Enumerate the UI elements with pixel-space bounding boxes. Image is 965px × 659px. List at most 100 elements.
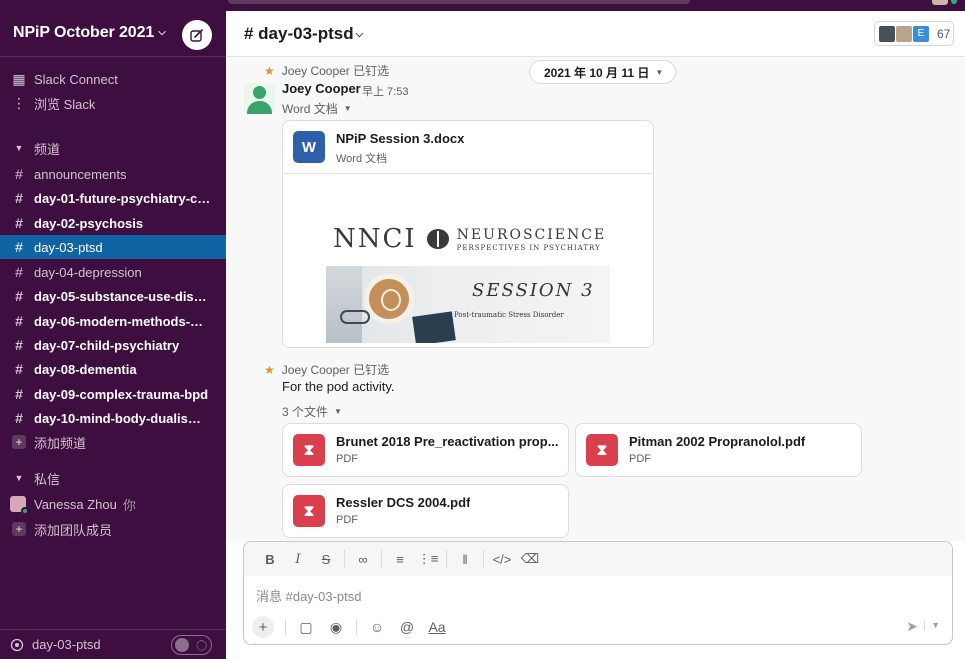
file-type: PDF — [629, 453, 651, 465]
strikethrough-icon[interactable]: S — [312, 552, 340, 567]
pdf-icon: ⧗ — [293, 434, 325, 466]
huddle-bar: day-03-ptsd ◯ — [0, 629, 226, 659]
pin-icon: ★ — [264, 362, 275, 377]
pdf-icon: ⧗ — [293, 495, 325, 527]
avatar[interactable] — [244, 83, 275, 114]
file-name[interactable]: Ressler DCS 2004.pdf — [336, 495, 470, 510]
neuro-wordmark: NEUROSCIENCE PERSPECTIVES IN PSYCHIATRY — [456, 226, 607, 252]
caret-down-icon: ▼ — [334, 407, 342, 416]
workspace-header[interactable]: NPiP October 2021 ⌵ — [0, 11, 226, 57]
sidebar-item-day-04[interactable]: # day-04-depression — [0, 260, 226, 284]
compose-button[interactable] — [182, 20, 212, 50]
file-header: ⧗ Pitman 2002 Propranolol.pdf PDF — [586, 434, 805, 466]
code-icon[interactable]: </> — [488, 552, 516, 567]
hash-icon: # — [15, 313, 23, 329]
file-meta: Pitman 2002 Propranolol.pdf PDF — [629, 434, 805, 465]
sidebar-item-day-07[interactable]: # day-07-child-psychiatry — [0, 333, 226, 357]
caret-down-icon: ▼ — [343, 104, 352, 113]
add-teammates-button[interactable]: + 添加团队成员 — [0, 517, 226, 541]
bullet-list-icon[interactable]: ⋮≡ — [414, 551, 442, 567]
sidebar-item-day-01[interactable]: # day-01-future-psychiatry-cli... — [0, 186, 226, 210]
caret-down-icon: ▼ — [14, 143, 24, 153]
pin-icon: ★ — [264, 63, 275, 78]
pdf-file-card[interactable]: ⧗ Pitman 2002 Propranolol.pdf PDF — [575, 423, 862, 477]
add-channel-button[interactable]: + 添加频道 — [0, 430, 226, 454]
channels-section-header[interactable]: ▼ 频道 — [0, 136, 226, 160]
chevron-down-icon[interactable]: ▼ — [924, 620, 940, 630]
avatar — [878, 24, 896, 43]
microphone-icon[interactable]: ◉ — [321, 619, 351, 636]
attachment-toggle[interactable]: Word 文档 ▼ — [282, 100, 352, 117]
glasses-icon — [340, 310, 370, 324]
dm-section-header[interactable]: ▼ 私信 — [0, 466, 226, 490]
file-name[interactable]: Brunet 2018 Pre_reactivation prop... — [336, 434, 559, 449]
message-author[interactable]: Joey Cooper — [282, 81, 361, 96]
channel-header: # day-03-ptsd ⌵ E 67 — [226, 11, 965, 57]
word-file-card[interactable]: W NPiP Session 3.docx Word 文档 NNCI NEURO… — [282, 120, 654, 348]
blockquote-icon[interactable]: ‖ — [451, 552, 479, 567]
sidebar-item-day-05[interactable]: # day-05-substance-use-disor... — [0, 284, 226, 308]
huddle-toggle[interactable]: ◯ — [171, 635, 212, 655]
sidebar-item-day-02[interactable]: # day-02-psychosis — [0, 211, 226, 235]
link-icon[interactable]: ∞ — [349, 552, 377, 567]
ordered-list-icon[interactable]: ≡ — [386, 552, 414, 567]
files-toggle[interactable]: 3 个文件 ▼ — [282, 403, 342, 420]
video-icon[interactable]: ▢ — [291, 619, 321, 636]
avatar-body — [247, 101, 272, 114]
emoji-icon[interactable]: ☺ — [362, 619, 392, 635]
format-toggle-icon[interactable]: Aa — [422, 619, 452, 635]
headphones-icon: ◯ — [196, 639, 208, 651]
file-type: Word 文档 — [336, 153, 388, 165]
hash-icon: # — [15, 264, 23, 280]
formatting-toolbar: B I S ∞ ≡ ⋮≡ ‖ </> ⌫ — [244, 542, 952, 576]
message-timestamp[interactable]: 早上 7:53 — [362, 83, 408, 99]
date-divider-button[interactable]: 2021 年 10 月 11 日 ▼ — [529, 60, 677, 84]
document-preview[interactable]: NNCI NEUROSCIENCE PERSPECTIVES IN PSYCHI… — [283, 173, 653, 347]
banner-keyboard — [326, 266, 362, 343]
sidebar-item-day-06[interactable]: # day-06-modern-methods-m... — [0, 309, 226, 333]
pinned-note: ★ Joey Cooper 已钉选 — [264, 63, 390, 79]
sidebar-item-day-10[interactable]: # day-10-mind-body-dualism-... — [0, 406, 226, 430]
divider — [344, 550, 345, 568]
file-meta: NPiP Session 3.docx Word 文档 — [336, 131, 464, 166]
channel-title[interactable]: # day-03-ptsd ⌵ — [244, 24, 363, 44]
hash-icon: # — [15, 386, 23, 402]
sidebar-item-announcements[interactable]: # announcements — [0, 162, 226, 186]
code-block-icon[interactable]: ⌫ — [516, 551, 544, 567]
sidebar-item-dm-vanessa[interactable]: Vanessa Zhou 你 — [0, 492, 226, 516]
italic-icon[interactable]: I — [284, 552, 312, 567]
search-bar[interactable] — [228, 0, 690, 4]
bold-icon[interactable]: B — [256, 552, 284, 567]
hash-icon: # — [15, 410, 23, 426]
word-doc-icon: W — [293, 131, 325, 163]
sidebar-item-day-09[interactable]: # day-09-complex-trauma-bpd — [0, 382, 226, 406]
avatar: E — [912, 24, 930, 43]
huddle-icon — [10, 638, 24, 651]
hash-icon: # — [15, 239, 23, 255]
user-avatar-icon[interactable] — [932, 0, 948, 5]
file-name[interactable]: NPiP Session 3.docx — [336, 131, 464, 146]
brain-icon — [426, 229, 449, 249]
pdf-file-card[interactable]: ⧗ Brunet 2018 Pre_reactivation prop... P… — [282, 423, 569, 477]
members-button[interactable]: E 67 — [874, 21, 954, 46]
pdf-file-card[interactable]: ⧗ Ressler DCS 2004.pdf PDF — [282, 484, 569, 538]
hash-icon: # — [15, 337, 23, 353]
file-name[interactable]: Pitman 2002 Propranolol.pdf — [629, 434, 805, 449]
plus-icon: + — [12, 522, 26, 536]
file-meta: Brunet 2018 Pre_reactivation prop... PDF — [336, 434, 559, 465]
sidebar-item-day-03[interactable]: # day-03-ptsd — [0, 235, 226, 259]
sidebar-item-day-08[interactable]: # day-08-dementia — [0, 357, 226, 381]
sidebar-item-slack-connect[interactable]: ▦ Slack Connect — [0, 67, 226, 91]
hash-icon: # — [15, 288, 23, 304]
plus-icon[interactable]: + — [252, 616, 274, 638]
file-type: PDF — [336, 453, 358, 465]
presence-dot — [21, 507, 29, 515]
workspace-name[interactable]: NPiP October 2021 ⌵ — [13, 24, 166, 42]
presence-dot — [951, 0, 957, 4]
mention-icon[interactable]: @ — [392, 619, 422, 635]
notebook-icon — [412, 311, 456, 343]
message-input[interactable]: 消息 #day-03-ptsd — [256, 586, 362, 605]
send-icon[interactable]: ➤ — [906, 618, 918, 635]
sidebar-item-browse-slack[interactable]: ⋮ 浏览 Slack — [0, 91, 226, 115]
divider — [356, 619, 357, 635]
